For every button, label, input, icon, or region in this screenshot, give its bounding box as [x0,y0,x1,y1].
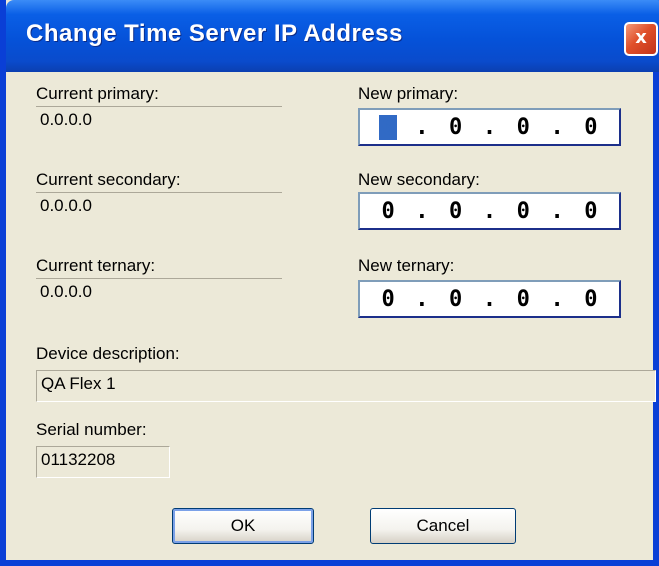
close-button[interactable]: x [624,22,658,56]
octet-separator: . [415,114,429,140]
new-primary-octet-1[interactable]: 0 [379,114,398,140]
dialog-window: Change Time Server IP Address x Current … [0,0,659,566]
device-description-value: QA Flex 1 [36,370,656,402]
new-secondary-octet-3[interactable]: 0 [514,199,532,224]
ok-button[interactable]: OK [172,508,314,544]
new-ternary-octet-4[interactable]: 0 [582,287,600,312]
new-primary-ip-field[interactable]: 0 . 0 . 0 . 0 [358,108,621,146]
serial-number-value: 01132208 [36,446,170,478]
window-title: Change Time Server IP Address [26,20,403,47]
octet-separator: . [415,198,429,224]
new-ternary-octet-1[interactable]: 0 [379,287,397,312]
cancel-button[interactable]: Cancel [370,508,516,544]
device-description-label: Device description: [36,344,180,363]
current-secondary-label: Current secondary: [36,170,181,189]
close-icon: x [635,27,647,48]
octet-separator: . [482,286,497,312]
current-primary-value: 0.0.0.0 [36,106,282,136]
octet-separator: . [550,198,564,224]
new-secondary-ip-field[interactable]: 0 . 0 . 0 . 0 [358,192,621,230]
octet-separator: . [415,286,429,312]
new-ternary-label: New ternary: [358,256,455,275]
current-ternary-value: 0.0.0.0 [36,278,282,308]
new-primary-label: New primary: [358,84,459,103]
new-secondary-label: New secondary: [358,170,480,189]
new-ternary-ip-field[interactable]: 0 . 0 . 0 . 0 [358,280,621,318]
new-primary-octet-4[interactable]: 0 [582,115,600,140]
new-primary-octet-2[interactable]: 0 [447,115,465,140]
new-primary-octet-3[interactable]: 0 [514,115,532,140]
new-ternary-octet-2[interactable]: 0 [447,287,465,312]
serial-number-label: Serial number: [36,420,147,439]
new-secondary-octet-2[interactable]: 0 [447,199,465,224]
octet-separator: . [482,114,497,140]
current-primary-label: Current primary: [36,84,159,103]
current-ternary-label: Current ternary: [36,256,156,275]
new-ternary-octet-3[interactable]: 0 [514,287,532,312]
title-bar[interactable]: Change Time Server IP Address x [6,0,659,72]
current-secondary-value: 0.0.0.0 [36,192,282,222]
octet-separator: . [550,286,564,312]
octet-separator: . [482,198,497,224]
new-secondary-octet-4[interactable]: 0 [582,199,600,224]
new-secondary-octet-1[interactable]: 0 [379,199,397,224]
octet-separator: . [550,114,564,140]
